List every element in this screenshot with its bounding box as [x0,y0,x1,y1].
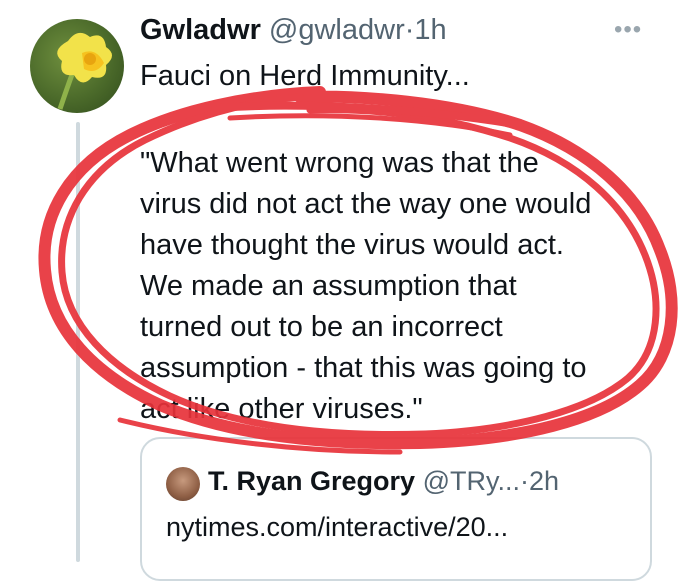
quoted-tweet-link[interactable]: nytimes.com/interactive/20... [166,512,508,543]
quoted-author-avatar[interactable] [166,467,200,501]
quoted-author-handle[interactable]: @TRy... [423,466,520,496]
quote-line: have thought the virus would act. [140,229,564,261]
quote-line: We made an assumption that [140,270,517,302]
thread-line [76,122,80,562]
separator-dot: · [404,14,415,46]
quote-line: assumption - that this was going to [140,352,587,384]
tweet-quote-text: "What went wrong was that the virus did … [140,143,660,430]
quote-line: turned out to be an incorrect [140,311,503,343]
tweet-text-intro: Fauci on Herd Immunity... [140,60,470,92]
tweet-header: Gwladwr @gwladwr·1h [140,14,447,47]
author-name[interactable]: Gwladwr [140,14,261,46]
quote-line: act like other viruses." [140,393,423,425]
tweet-time[interactable]: 1h [414,14,446,46]
more-horizontal-icon[interactable]: ••• [614,16,642,44]
author-avatar[interactable] [30,19,124,113]
quote-line: "What went wrong was that the [140,147,539,179]
quoted-tweet-card[interactable]: T. Ryan Gregory @TRy...·2h nytimes.com/i… [140,437,652,581]
author-handle[interactable]: @gwladwr [269,14,405,46]
quoted-author-name[interactable]: T. Ryan Gregory [208,466,415,496]
daffodil-image [57,32,112,110]
quote-line: virus did not act the way one would [140,188,592,220]
quoted-tweet-time[interactable]: 2h [529,466,559,496]
separator-dot: · [519,466,529,496]
quoted-tweet-header: T. Ryan Gregory @TRy...·2h [208,466,559,497]
